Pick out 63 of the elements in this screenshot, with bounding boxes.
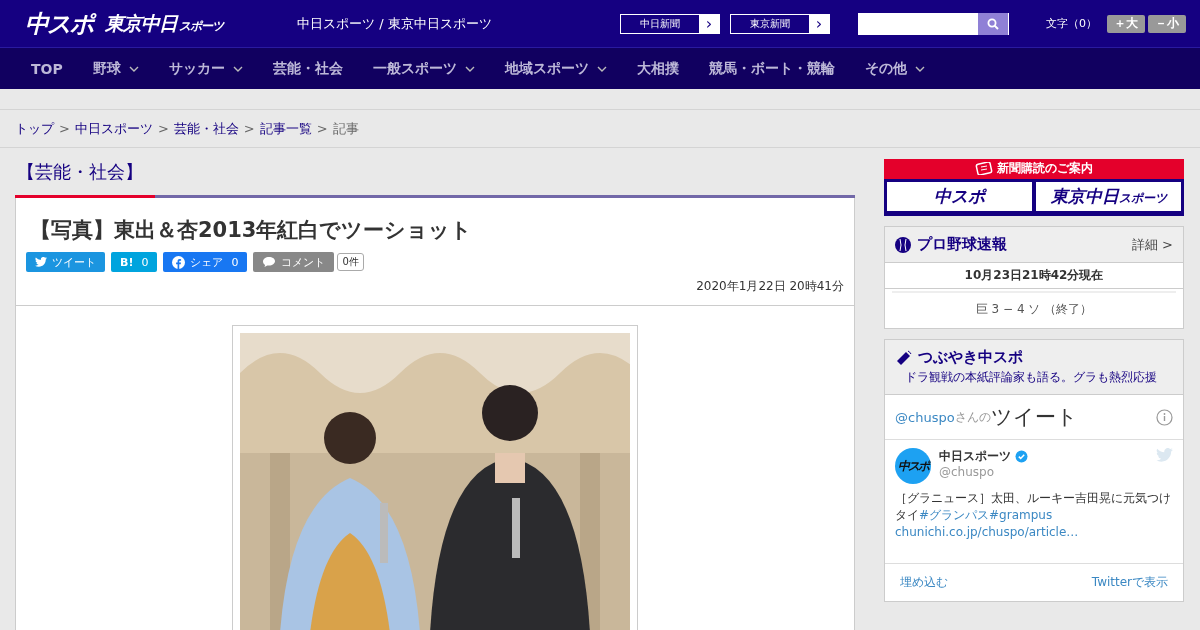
tweet-text: ［グラニュース］太田、ルーキー吉田晃に元気つけタイ#グランパス#grampus chunichi.co.jp/chuspo/article… — [895, 490, 1172, 541]
breadcrumb-separator: > — [316, 121, 328, 136]
share-button[interactable]: シェア 0 — [163, 252, 248, 272]
bird-icon — [1156, 448, 1173, 462]
widget-subtitle: ドラ観戦の本紙評論家も語る。グラも熱烈応援 — [905, 369, 1157, 386]
site-title: 中日スポーツ / 東京中日スポーツ — [297, 14, 493, 33]
bird-icon — [35, 257, 47, 267]
nav-item[interactable]: サッカー — [153, 59, 258, 78]
nav-item[interactable]: その他 — [849, 59, 940, 78]
view-on-twitter-link[interactable]: Twitterで表示 — [1091, 574, 1168, 591]
chevron-icon — [464, 65, 475, 72]
newspaper-icon — [975, 162, 993, 175]
breadcrumb-item[interactable]: トップ — [15, 119, 54, 138]
embed-link[interactable]: 埋め込む — [900, 574, 948, 591]
timeline-caption: さんの — [954, 408, 991, 424]
site-logo[interactable]: 東京中日スポーツ — [105, 10, 223, 37]
hashtag-link[interactable]: #grampus — [989, 508, 1053, 522]
share-button[interactable]: コメント — [253, 252, 335, 272]
breadcrumb-item[interactable]: 記事一覧 — [259, 119, 312, 138]
verified-icon — [1015, 450, 1028, 463]
twitter-handle-link[interactable]: @chuspo — [895, 409, 955, 425]
nav-item[interactable]: 一般スポーツ — [357, 59, 490, 78]
chevron-icon — [914, 65, 925, 72]
breadcrumb-separator: > — [243, 121, 255, 136]
breadcrumb-separator: > — [157, 121, 169, 136]
subscription-banner[interactable]: 新聞購読のご案内 中スポ 東京中日スポーツ — [884, 159, 1184, 216]
chevron-icon — [232, 65, 243, 72]
breadcrumb-item[interactable]: 芸能・社会 — [173, 119, 239, 138]
detail-link[interactable]: 詳細 > — [1131, 235, 1173, 254]
article-date: 2020年1月22日 20時41分 — [695, 278, 844, 295]
nav-item[interactable]: 競馬・ボート・競輪 — [693, 59, 850, 78]
breadcrumb-separator: > — [59, 121, 70, 136]
hashtag-link[interactable]: #グランパス — [919, 508, 990, 522]
account-avatar[interactable]: 中スポ — [895, 448, 931, 484]
speech-bubble-icon — [262, 256, 277, 268]
font-size-label: 文字（0） — [1046, 16, 1097, 31]
nav-item[interactable]: 地域スポーツ — [489, 59, 622, 78]
article-link[interactable]: chunichi.co.jp/chuspo/article… — [895, 525, 1079, 539]
nav-item[interactable]: 野球 — [77, 59, 154, 78]
article-title: 【写真】東出＆杏2013年紅白でツーショット — [30, 217, 474, 244]
nav-item[interactable]: 芸能・社会 — [257, 59, 358, 78]
comment-count: 0件 — [337, 253, 364, 271]
breadcrumb-item[interactable]: 記事 — [332, 119, 359, 138]
timeline-heading: ツイート — [990, 404, 1078, 431]
nav-item[interactable]: TOP — [16, 60, 78, 77]
baseball-icon — [895, 236, 911, 253]
nav-item[interactable]: 大相撲 — [621, 59, 694, 78]
facebook-icon — [172, 255, 186, 269]
newspaper-link[interactable]: 東京新聞 › — [730, 13, 830, 34]
widget-title: つぶやき中スポ — [918, 348, 1023, 367]
widget-title: プロ野球速報 — [917, 235, 1007, 254]
chevron-icon — [596, 65, 607, 72]
banner-title: 新聞購読のご案内 — [997, 160, 1093, 177]
newspaper-link[interactable]: 中日新聞 › — [620, 13, 720, 34]
search-icon[interactable] — [987, 17, 999, 30]
chevron-icon — [128, 65, 139, 72]
info-icon[interactable] — [1156, 408, 1173, 426]
account-name[interactable]: 中日スポーツ — [939, 448, 1011, 465]
breadcrumb-item[interactable]: 中日スポーツ — [74, 119, 153, 138]
game-score[interactable]: 巨 3 − 4 ソ （終了） — [892, 291, 1176, 328]
score-timestamp: 10月23日21時42分現在 — [885, 263, 1183, 289]
newspaper-logo[interactable]: 東京中日スポーツ — [1036, 182, 1181, 211]
newspaper-logo[interactable]: 中スポ — [887, 182, 1032, 211]
